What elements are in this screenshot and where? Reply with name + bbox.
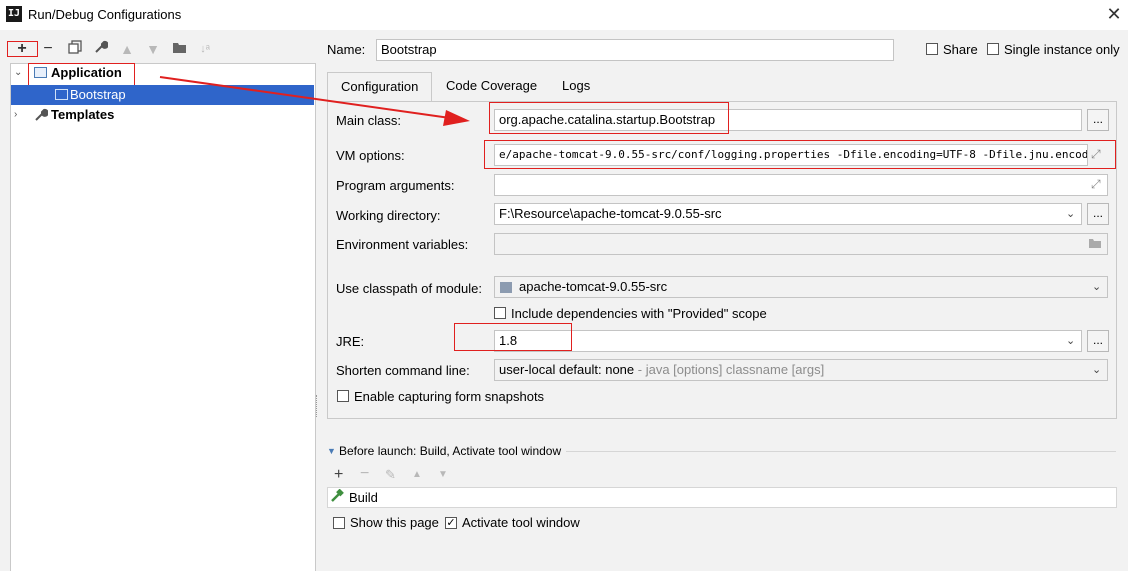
annotation-arrow: [159, 76, 470, 126]
